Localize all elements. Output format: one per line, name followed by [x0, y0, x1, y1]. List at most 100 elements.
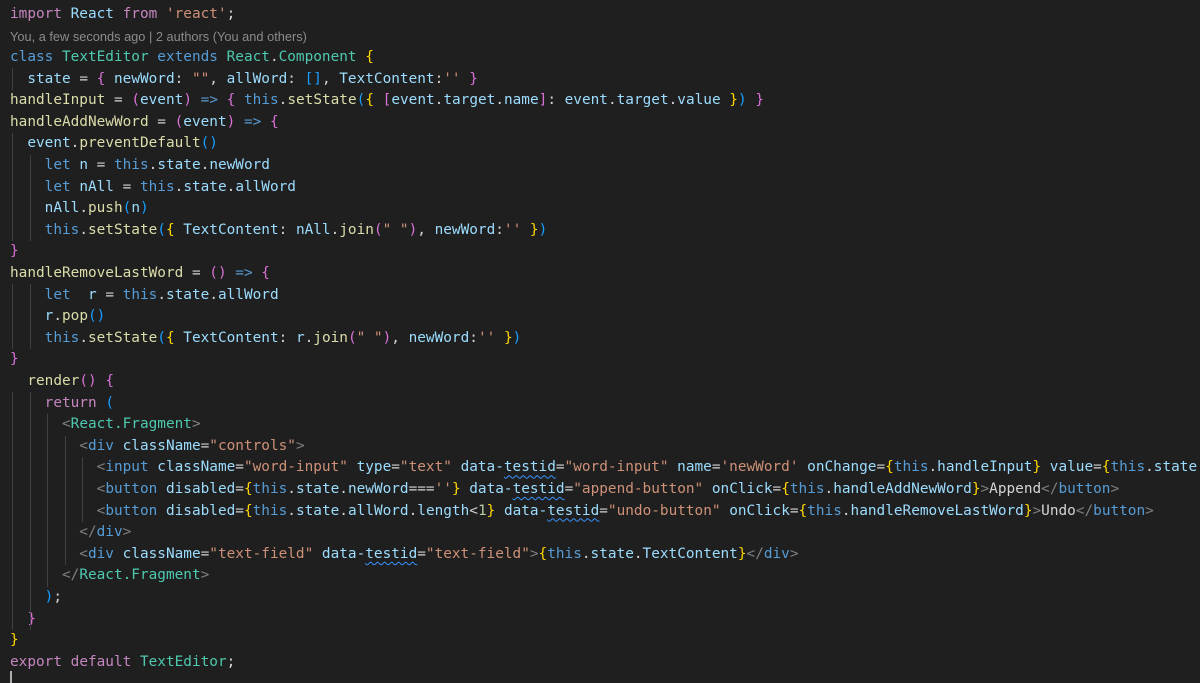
- code-token: (): [200, 135, 218, 152]
- code-token: n: [131, 200, 140, 217]
- code-token: .: [633, 545, 643, 562]
- code-token: this: [10, 221, 80, 238]
- code-line: <input className="word-input" type="text…: [10, 457, 1200, 478]
- code-line: <button disabled={this.state.allWord.len…: [10, 501, 1154, 522]
- code-token: 1: [477, 502, 487, 519]
- code-token: =: [183, 265, 210, 281]
- code-token: >: [529, 545, 539, 562]
- code-token: this: [235, 92, 279, 109]
- code-line: <React.Fragment>: [10, 414, 201, 435]
- code-token: button: [1093, 502, 1146, 519]
- code-token: this: [547, 545, 582, 562]
- code-line: handleRemoveLastWord = () => {: [10, 263, 270, 284]
- code-token: .: [408, 502, 418, 519]
- code-token: {: [165, 221, 175, 238]
- code-token: from: [122, 6, 158, 22]
- code-token: ;: [53, 589, 62, 605]
- code-token: :: [547, 92, 565, 109]
- code-token: =: [148, 113, 175, 130]
- code-token: {: [365, 49, 374, 65]
- code-token: this: [1110, 459, 1146, 476]
- code-line: import React from 'react';: [10, 4, 235, 25]
- code-token: :: [469, 329, 478, 346]
- code-token: {: [365, 92, 374, 109]
- code-token: (: [373, 221, 383, 238]
- code-token: r: [70, 286, 97, 303]
- code-token: let: [10, 286, 71, 303]
- code-token: </: [10, 524, 97, 541]
- code-line: <div className="controls">: [10, 436, 304, 457]
- code-token: "undo-button": [607, 502, 721, 519]
- code-token: state: [295, 481, 340, 497]
- code-token: ,: [209, 70, 227, 87]
- code-token: nAll: [295, 221, 331, 238]
- code-token: .: [581, 545, 591, 562]
- code-token: <: [10, 545, 88, 562]
- code-token: .: [668, 92, 678, 109]
- code-token: ,: [391, 329, 409, 346]
- code-token: =>: [243, 113, 262, 130]
- code-token: data-: [313, 545, 366, 562]
- code-token: </: [1075, 502, 1094, 519]
- code-token: {: [165, 329, 175, 346]
- code-line: <div className="text-field" data-testid=…: [10, 544, 798, 565]
- code-token: this: [139, 178, 175, 195]
- code-editor[interactable]: You, a few seconds ago | 2 authors (You …: [0, 0, 1200, 683]
- code-token: testid: [365, 545, 418, 562]
- code-token: type: [347, 459, 392, 476]
- code-token: =: [235, 481, 244, 497]
- code-token: allWord: [347, 502, 409, 519]
- indent-guide: [82, 457, 83, 522]
- code-line: </React.Fragment>: [10, 565, 209, 586]
- code-token: {: [105, 373, 114, 389]
- code-line: );: [10, 587, 62, 608]
- code-token: ): [10, 589, 54, 605]
- indent-guide: [30, 155, 31, 241]
- code-token: pop: [62, 308, 88, 325]
- code-token: nAll: [10, 200, 80, 217]
- code-token: {: [538, 545, 548, 562]
- code-token: <: [10, 481, 106, 497]
- code-token: =: [70, 70, 97, 87]
- code-token: button: [105, 481, 158, 497]
- code-token: "text-field": [425, 545, 530, 562]
- code-token: >: [200, 567, 210, 584]
- code-token: =: [235, 502, 244, 519]
- code-token: =: [789, 502, 799, 519]
- code-token: =: [96, 286, 123, 303]
- text-cursor: [10, 671, 12, 683]
- code-token: =: [417, 545, 426, 562]
- code-token: </: [746, 545, 764, 562]
- code-token: this: [113, 157, 149, 173]
- indent-guide: [30, 284, 31, 349]
- indent-guide: [47, 414, 48, 587]
- code-token: export: [10, 653, 62, 670]
- code-token: r: [10, 308, 54, 325]
- code-token: (: [105, 394, 114, 411]
- code-token: }: [503, 329, 513, 346]
- code-token: div: [763, 545, 790, 562]
- code-token: state: [590, 545, 634, 562]
- code-token: allWord: [217, 286, 279, 303]
- code-token: "text": [399, 459, 452, 476]
- code-token: }: [486, 502, 496, 519]
- code-token: length: [417, 502, 470, 519]
- git-blame-annotation: You, a few seconds ago | 2 authors (You …: [10, 29, 307, 44]
- code-line: }: [10, 630, 19, 651]
- code-token: setState: [87, 221, 158, 238]
- indent-guide: [12, 284, 13, 349]
- code-token: =: [113, 178, 140, 195]
- code-token: "append-button": [573, 481, 704, 497]
- code-token: "controls": [209, 437, 296, 454]
- code-token: =: [200, 437, 210, 454]
- code-token: .: [841, 502, 851, 519]
- code-token: class: [10, 49, 54, 65]
- code-token: .: [79, 200, 88, 217]
- code-token: .: [226, 178, 236, 195]
- code-token: React: [217, 49, 270, 65]
- code-line: handleAddNewWord = (event) => {: [10, 112, 279, 133]
- code-token: handleInput: [10, 92, 106, 109]
